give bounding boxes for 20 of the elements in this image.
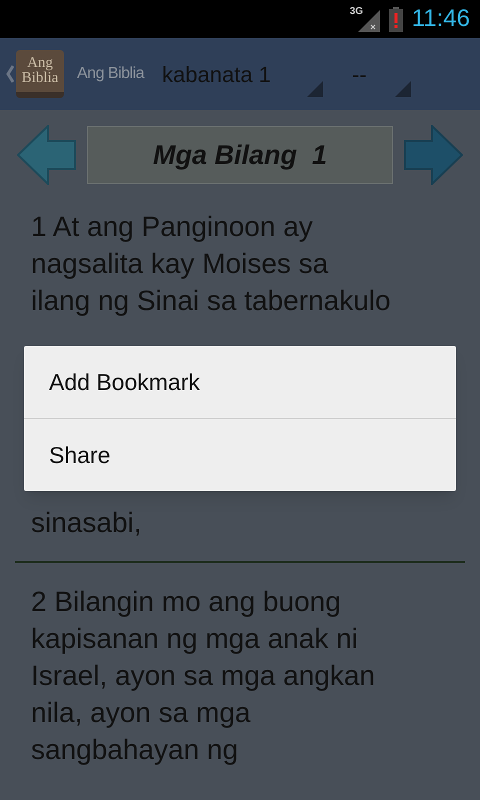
- verse-text: sinasabi,: [31, 506, 143, 540]
- verse-text: kapisanan ng mga anak ni: [31, 622, 359, 656]
- book-logo[interactable]: Ang Biblia: [16, 50, 64, 98]
- verse-text: nila, ayon sa mga: [31, 696, 252, 730]
- app-title: Ang Biblia: [77, 64, 144, 84]
- menu-item[interactable]: Add Bookmark: [24, 346, 456, 418]
- chapter-title: Mga Bilang 1: [87, 126, 393, 184]
- menu-item[interactable]: Share: [24, 419, 456, 491]
- verse-text: sangbahayan ng: [31, 733, 240, 767]
- next-arrow-icon[interactable]: [403, 125, 463, 185]
- verse-text: ilang ng Sinai sa tabernakulo: [31, 284, 392, 318]
- verse-text: Israel, ayon sa mga angkan: [31, 659, 376, 693]
- verse-text: nagsalita kay Moises sa: [31, 247, 330, 281]
- verse-text: 2 Bilangin mo ang buong: [31, 585, 342, 619]
- network-type: 3G: [350, 7, 364, 17]
- clock: 11:46: [412, 7, 470, 31]
- back-icon[interactable]: [6, 65, 14, 83]
- verse-text: 1 At ang Panginoon ay: [31, 210, 314, 244]
- previous-arrow-icon[interactable]: [17, 125, 77, 185]
- battery-alert-icon: [388, 6, 404, 32]
